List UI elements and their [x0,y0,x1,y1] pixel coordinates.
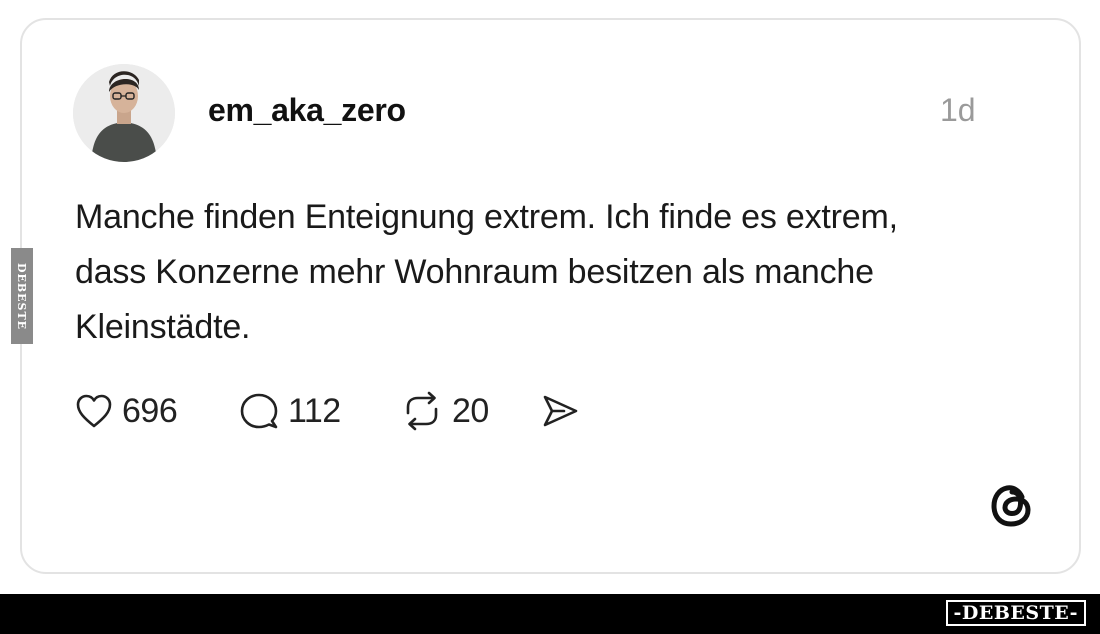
watermark-side-text: DEBESTE [15,262,29,330]
like-count: 696 [122,391,178,430]
share-button[interactable] [540,390,580,432]
bottom-bar: -DEBESTE- [0,594,1100,634]
post-timestamp: 1d [940,92,976,128]
post-text: Manche finden Enteignung extrem. Ich fin… [75,198,898,346]
comment-count: 112 [288,391,341,430]
watermark-side: DEBESTE [11,248,33,344]
like-button[interactable]: 696 [74,390,178,432]
speech-bubble-icon [240,393,278,429]
repost-count: 20 [452,391,489,430]
heart-icon [76,394,112,428]
send-icon [543,395,578,427]
username[interactable]: em_aka_zero [208,92,406,129]
threads-logo [988,480,1036,530]
avatar[interactable] [73,64,175,162]
brand-watermark: -DEBESTE- [945,600,1086,626]
repost-button[interactable]: 20 [400,390,489,432]
comment-button[interactable]: 112 [238,390,341,432]
repost-icon [406,391,438,431]
